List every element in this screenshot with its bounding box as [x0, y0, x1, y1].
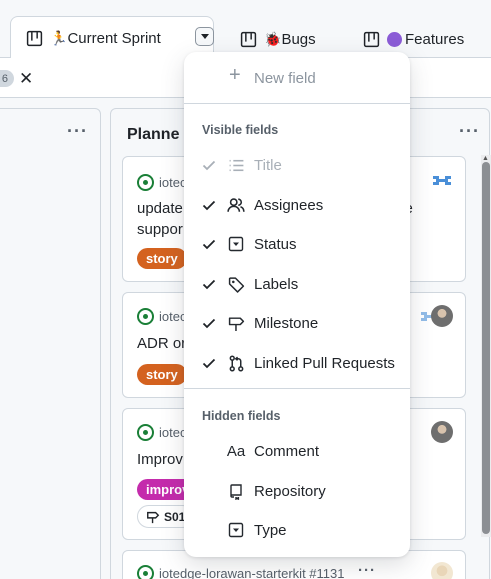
- view-tab-bar: 🏃Current Sprint 🐞Bugs Features: [0, 0, 491, 59]
- field-repository[interactable]: Repository: [184, 472, 410, 510]
- issue-opened-icon: [137, 424, 154, 441]
- purple-circle-icon: [387, 31, 402, 47]
- field-linked-pull-requests[interactable]: Linked Pull Requests: [184, 344, 410, 382]
- label-story[interactable]: story: [137, 248, 187, 269]
- tab-current-sprint[interactable]: 🏃Current Sprint: [10, 16, 214, 59]
- card-repo: iotec: [159, 175, 187, 190]
- field-comment[interactable]: Aa Comment: [184, 432, 410, 470]
- issue-opened-icon: [137, 308, 154, 325]
- tab-current-sprint-label: 🏃Current Sprint: [50, 29, 161, 47]
- board-icon: [26, 30, 43, 46]
- field-labels-label: Labels: [254, 275, 299, 293]
- field-milestone[interactable]: Milestone: [184, 304, 410, 342]
- field-title[interactable]: Title: [184, 146, 410, 184]
- bug-icon: 🐞: [264, 30, 282, 47]
- issue-opened-icon: [137, 174, 154, 191]
- field-assignees[interactable]: Assignees: [184, 186, 410, 224]
- view-options-button[interactable]: [195, 27, 214, 46]
- visible-fields-header: Visible fields: [202, 123, 279, 137]
- tab-features-label: Features: [387, 31, 464, 48]
- check-icon: [202, 279, 216, 290]
- field-assignees-label: Assignees: [254, 196, 324, 214]
- card-title[interactable]: ADR or: [137, 333, 186, 354]
- field-comment-label: Comment: [254, 442, 320, 460]
- tag-icon: [227, 275, 245, 293]
- runner-icon: 🏃: [50, 29, 68, 46]
- single-select-icon: [227, 235, 245, 253]
- plus-icon: +: [229, 64, 241, 86]
- column-menu-icon[interactable]: ···: [67, 121, 88, 142]
- repo-icon: [227, 482, 245, 500]
- tab-bugs-label: 🐞Bugs: [264, 30, 316, 48]
- bot-icon: [433, 176, 451, 185]
- field-title-label: Title: [254, 156, 282, 174]
- menu-divider: [184, 103, 410, 104]
- card-title[interactable]: update suppor: [137, 198, 183, 240]
- field-status-label: Status: [254, 235, 297, 253]
- avatar[interactable]: [431, 305, 453, 327]
- filter-count-badge: 6: [0, 70, 14, 87]
- column-title: Planne: [127, 126, 180, 143]
- board-column-previous: ···: [0, 108, 101, 579]
- card-repo: iotec: [159, 425, 187, 440]
- check-icon: [202, 200, 216, 211]
- people-icon: [227, 196, 245, 214]
- field-milestone-label: Milestone: [254, 314, 319, 332]
- card-repo: iotedge-lorawan-starterkit #1131: [159, 566, 345, 579]
- field-type[interactable]: Type: [184, 511, 410, 549]
- scroll-up-arrow[interactable]: ▲: [482, 155, 489, 162]
- hidden-fields-header: Hidden fields: [202, 409, 281, 423]
- check-icon: [202, 318, 216, 329]
- new-field-button[interactable]: + New field: [184, 58, 410, 98]
- field-type-label: Type: [254, 521, 287, 539]
- board-icon: [363, 31, 380, 47]
- avatar[interactable]: [431, 421, 453, 443]
- menu-divider: [184, 388, 410, 389]
- field-status[interactable]: Status: [184, 225, 410, 263]
- field-linked-pull-requests-label: Linked Pull Requests: [254, 354, 395, 372]
- label-story[interactable]: story: [137, 364, 187, 385]
- milestone-icon: [147, 511, 160, 523]
- scrollbar-thumb[interactable]: [482, 162, 490, 534]
- issue-opened-icon: [137, 565, 154, 579]
- fields-menu: + New field Visible fields Title Assigne…: [184, 52, 410, 557]
- card-repo: iotec: [159, 309, 187, 324]
- list-icon: [227, 156, 245, 174]
- field-repository-label: Repository: [254, 482, 326, 500]
- milestone-icon: [227, 314, 245, 332]
- check-icon: [202, 239, 216, 250]
- project-board-screen: 🏃Current Sprint 🐞Bugs Features 6 ✕ ··· P…: [0, 0, 491, 579]
- pull-request-icon: [227, 354, 245, 372]
- field-labels[interactable]: Labels: [184, 265, 410, 303]
- triangle-down-icon: [200, 34, 209, 39]
- avatar[interactable]: [431, 562, 453, 579]
- check-icon: [202, 160, 216, 171]
- card-menu-icon[interactable]: ···: [358, 562, 376, 579]
- column-menu-icon[interactable]: ···: [459, 121, 480, 142]
- single-select-icon: [227, 521, 245, 539]
- board-icon: [240, 31, 257, 47]
- x-icon[interactable]: ✕: [19, 69, 33, 89]
- text-icon: Aa: [226, 442, 246, 460]
- check-icon: [202, 358, 216, 369]
- card-title[interactable]: Improv: [137, 449, 183, 470]
